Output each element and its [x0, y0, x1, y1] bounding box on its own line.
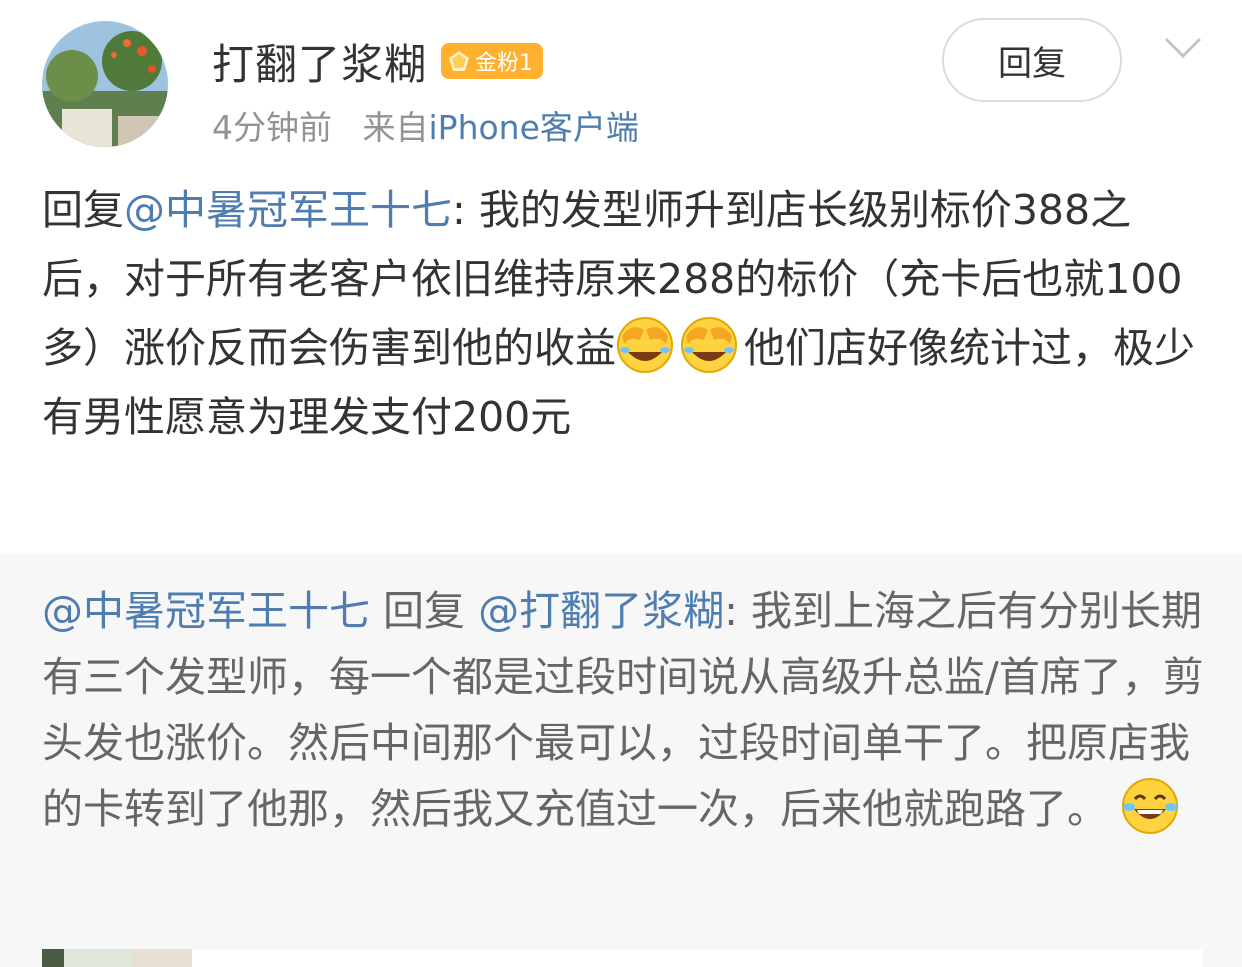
quote-target-link[interactable]: @打翻了浆糊 — [478, 587, 724, 635]
next-item-preview — [42, 949, 1202, 967]
username-row: 打翻了浆糊 金粉1 — [212, 31, 544, 92]
source-prefix: 来自 — [362, 108, 429, 147]
quoted-reply-text: @中暑冠军王十七 回复 @打翻了浆糊: 我到上海之后有分别长期有三个发型师，每一… — [42, 578, 1212, 842]
face-palm-laughing-icon — [681, 317, 737, 373]
tears-of-joy-icon — [1122, 778, 1179, 834]
face-palm-laughing-icon — [617, 317, 673, 373]
comment-body: 回复@中暑冠军王十七: 我的发型师升到店长级别标价388之后，对于所有老客户依旧… — [42, 176, 1202, 452]
badge-label: 金粉1 — [475, 51, 534, 76]
diamond-icon — [449, 51, 470, 71]
fan-badge[interactable]: 金粉1 — [441, 43, 544, 79]
comment-header: 打翻了浆糊 金粉1 4分钟前 来自iPhone客户端 回复 — [0, 0, 1242, 160]
source-link[interactable]: iPhone客户端 — [429, 108, 639, 147]
post-time: 4分钟前 — [212, 108, 332, 147]
reply-button[interactable]: 回复 — [942, 18, 1122, 102]
thumbnail-image[interactable] — [42, 949, 192, 967]
post-meta: 4分钟前 来自iPhone客户端 — [212, 101, 639, 149]
username[interactable]: 打翻了浆糊 — [212, 31, 427, 92]
reply-prefix: 回复 — [42, 186, 124, 234]
avatar[interactable] — [42, 21, 168, 147]
quote-author-link[interactable]: @中暑冠军王十七 — [42, 587, 370, 635]
mention-link[interactable]: @中暑冠军王十七 — [124, 186, 452, 234]
quote-reply-verb: 回复 — [383, 587, 466, 635]
chevron-down-icon[interactable] — [1163, 34, 1203, 64]
